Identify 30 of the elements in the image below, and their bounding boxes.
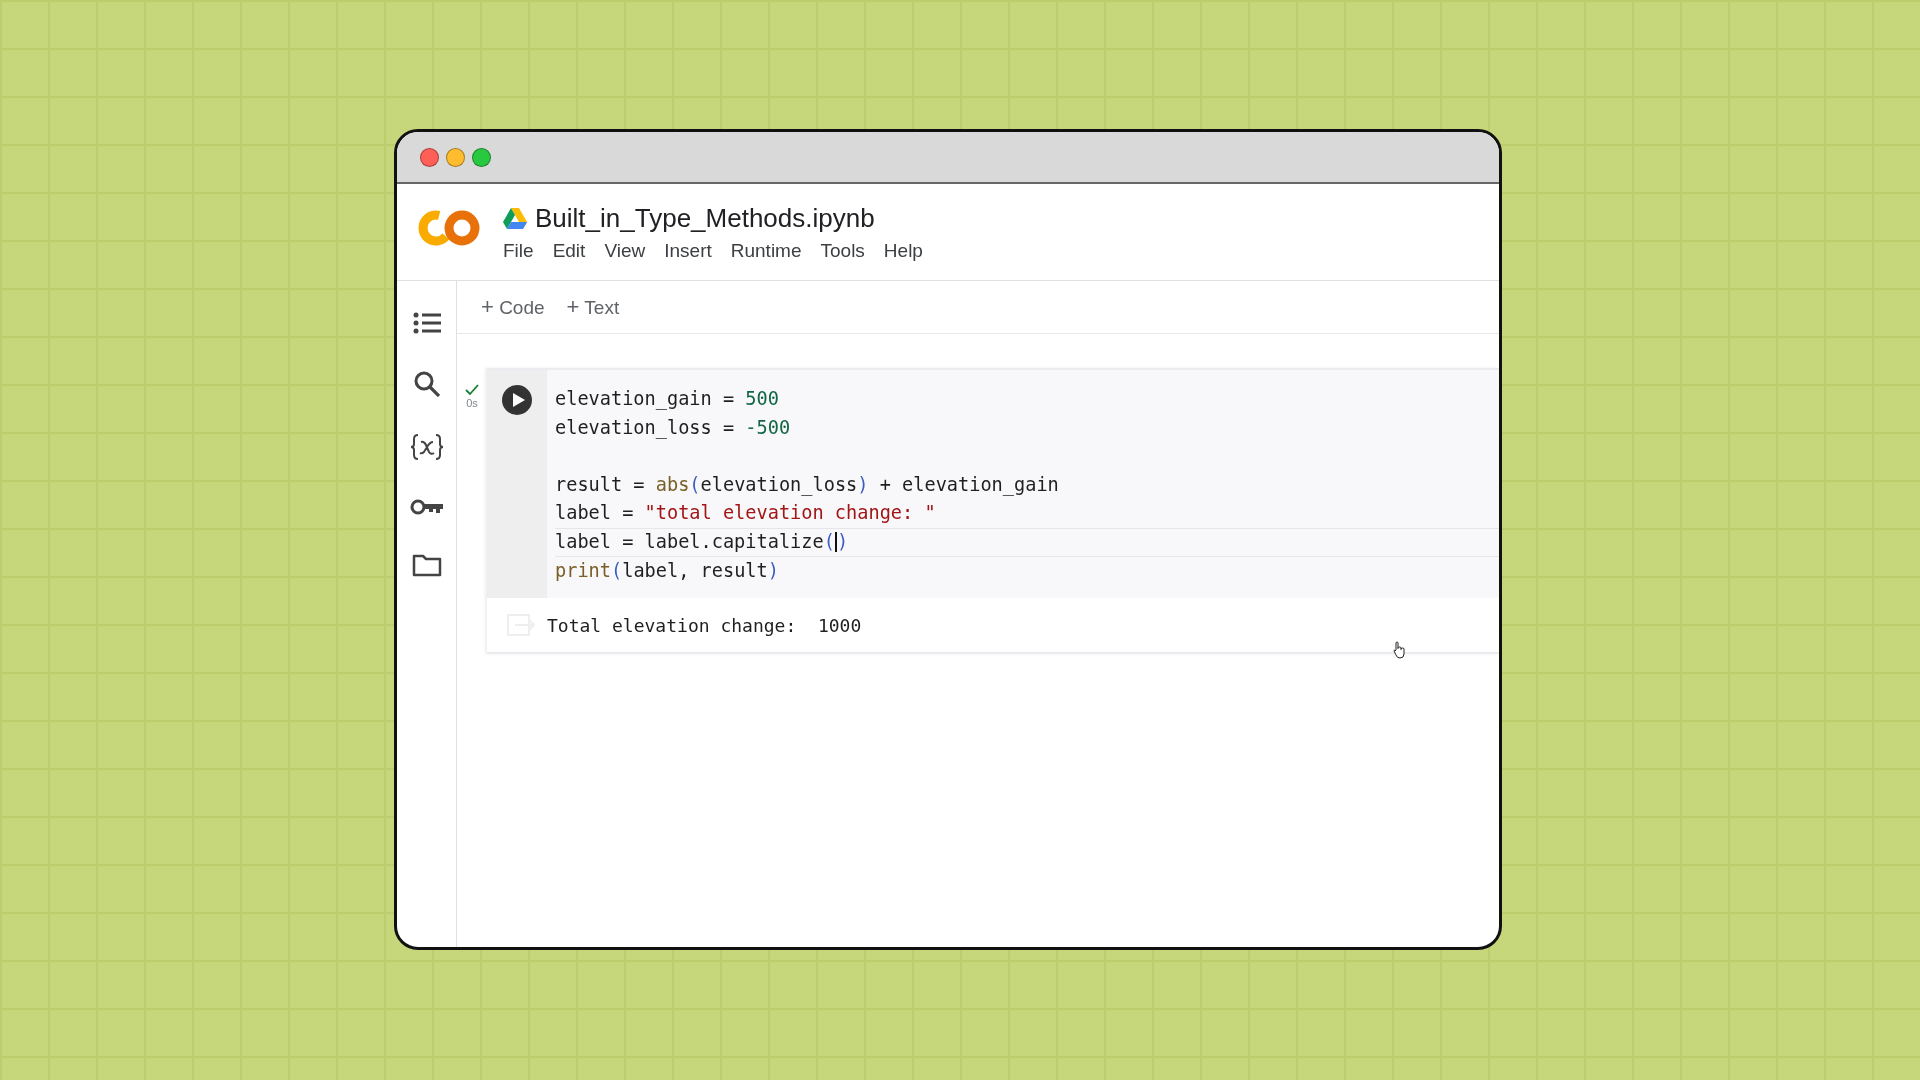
cell-output: Total elevation change: 1000 [547, 614, 862, 636]
code-line: print(label, result) [555, 558, 780, 583]
add-cell-button[interactable]: + Code [477, 292, 549, 322]
key-icon[interactable] [409, 497, 444, 517]
menu-item[interactable]: Runtime [730, 239, 802, 262]
code-line: elevation_gain = 500 [555, 387, 780, 412]
code-line: label = label.capitalize() [555, 527, 1499, 557]
window-control-button[interactable] [446, 147, 465, 167]
drive-icon[interactable] [503, 207, 527, 229]
code-line: result = abs(elevation_loss) + elevation_gain [555, 472, 1060, 498]
menu-item[interactable]: File [503, 239, 534, 262]
variables-icon[interactable] [409, 433, 444, 461]
menu-item[interactable]: View [604, 239, 646, 262]
window-control-button[interactable] [472, 147, 491, 167]
window-control-button[interactable] [420, 147, 439, 167]
notebook-title[interactable]: Built_in_Type_Methods.ipynb [535, 202, 875, 234]
menu-item[interactable]: Edit [552, 239, 586, 262]
execution-time: 0s [466, 397, 478, 409]
menu-item[interactable]: Tools [820, 239, 865, 262]
code-line: label = "total elevation change: " [555, 501, 937, 526]
code-line: elevation_loss = -500 [555, 415, 792, 441]
hand-cursor-icon [1392, 641, 1406, 659]
table-of-contents-icon[interactable] [412, 311, 441, 335]
search-icon[interactable] [413, 371, 440, 397]
menu-item[interactable]: Insert [664, 239, 712, 262]
menu-item[interactable]: Help [883, 239, 923, 262]
add-cell-button[interactable]: + Text [562, 292, 624, 322]
folder-icon[interactable] [411, 553, 442, 577]
colab-logo-icon[interactable] [417, 208, 481, 248]
run-cell-icon[interactable] [502, 385, 532, 415]
